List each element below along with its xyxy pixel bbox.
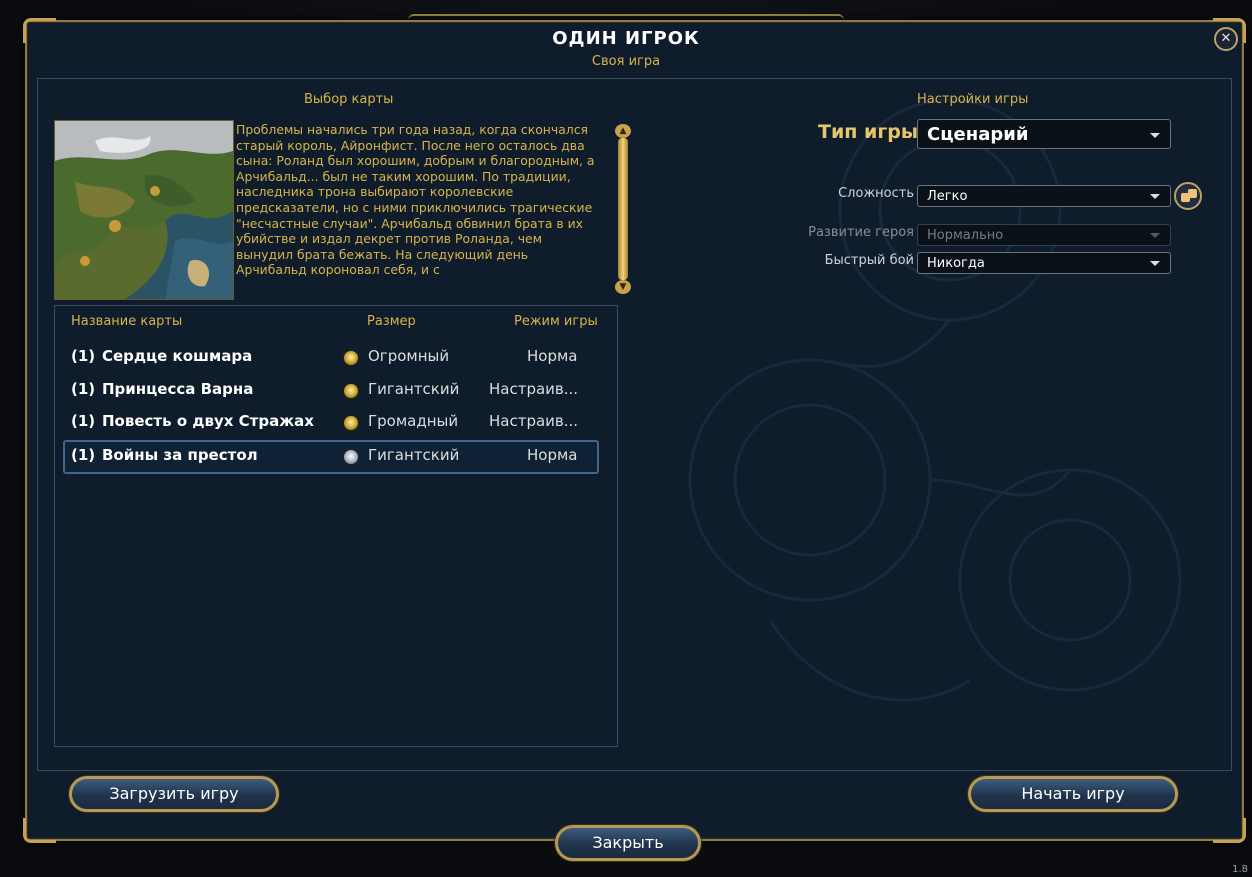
map-selection-header: Выбор карты (304, 92, 394, 107)
map-list (54, 305, 618, 747)
map-name: Принцесса Варна (102, 380, 254, 398)
window-title: ОДИН ИГРОК (552, 28, 700, 49)
description-scrollbar[interactable]: ▲ ▼ (615, 124, 631, 294)
game-type-dropdown[interactable]: Сценарий (917, 119, 1171, 149)
chevron-down-icon (1150, 133, 1160, 138)
close-button[interactable]: Закрыть (555, 825, 701, 861)
start-game-button[interactable]: Начать игру (968, 776, 1178, 812)
corner-ornament (1213, 818, 1246, 843)
chevron-down-icon (1150, 261, 1160, 266)
gold-orb-icon (343, 383, 359, 399)
map-mode: Норма (527, 446, 578, 464)
quick-combat-dropdown[interactable]: Никогда (917, 252, 1171, 274)
map-name: Сердце кошмара (102, 347, 253, 365)
map-name: Повесть о двух Стражах (102, 412, 314, 430)
map-players: (1) (71, 446, 96, 464)
hero-development-label: Развитие героя (808, 225, 914, 240)
hero-development-dropdown: Нормально (917, 224, 1171, 246)
silver-orb-icon (343, 449, 359, 465)
game-type-value: Сценарий (927, 124, 1029, 145)
map-size: Гигантский (368, 446, 460, 464)
difficulty-label: Сложность (838, 186, 914, 201)
game-settings-header: Настройки игры (917, 92, 1029, 107)
map-players: (1) (71, 380, 96, 398)
quick-combat-value: Никогда (927, 256, 985, 271)
load-game-button[interactable]: Загрузить игру (69, 776, 279, 812)
map-row[interactable]: (1) Принцесса Варна Гигантский Настраив.… (63, 374, 595, 404)
map-size: Громадный (368, 412, 459, 430)
scroll-thumb[interactable] (618, 138, 628, 280)
map-players: (1) (71, 412, 96, 430)
scroll-up-icon[interactable]: ▲ (615, 124, 631, 138)
map-mode: Настраив... (489, 380, 579, 398)
map-mode: Норма (527, 347, 578, 365)
hero-development-value: Нормально (927, 228, 1004, 243)
difficulty-dropdown[interactable]: Легко (917, 185, 1171, 207)
chevron-down-icon (1150, 233, 1160, 238)
window-subtitle: Своя игра (591, 54, 661, 69)
corner-ornament (23, 818, 56, 843)
map-size: Гигантский (368, 380, 460, 398)
game-type-label: Тип игры: (818, 121, 926, 143)
chevron-down-icon (1150, 194, 1160, 199)
map-name: Войны за престол (102, 446, 258, 464)
gold-orb-icon (343, 415, 359, 431)
difficulty-value: Легко (927, 189, 968, 204)
column-header-size[interactable]: Размер (367, 314, 416, 329)
title-tab (408, 14, 844, 24)
column-header-mode[interactable]: Режим игры (514, 314, 598, 329)
map-players: (1) (71, 347, 96, 365)
quick-combat-label: Быстрый бой (824, 253, 914, 268)
column-header-name[interactable]: Название карты (71, 314, 182, 329)
version-label: 1.8 (1232, 864, 1248, 875)
map-preview (54, 120, 234, 300)
map-row[interactable]: (1) Повесть о двух Стражах Громадный Нас… (63, 406, 595, 436)
map-mode: Настраив... (489, 412, 579, 430)
map-row[interactable]: (1) Сердце кошмара Огромный Норма (63, 341, 595, 371)
map-row-selected[interactable]: (1) Войны за престол Гигантский Норма (63, 440, 599, 474)
close-icon[interactable]: ✕ (1214, 27, 1238, 51)
gold-orb-icon (343, 350, 359, 366)
map-size: Огромный (368, 347, 450, 365)
scroll-down-icon[interactable]: ▼ (615, 280, 631, 294)
random-dice-icon[interactable] (1174, 182, 1202, 210)
map-description: Проблемы начались три года назад, когда … (236, 122, 602, 278)
map-description-text: Проблемы начались три года назад, когда … (236, 122, 595, 278)
